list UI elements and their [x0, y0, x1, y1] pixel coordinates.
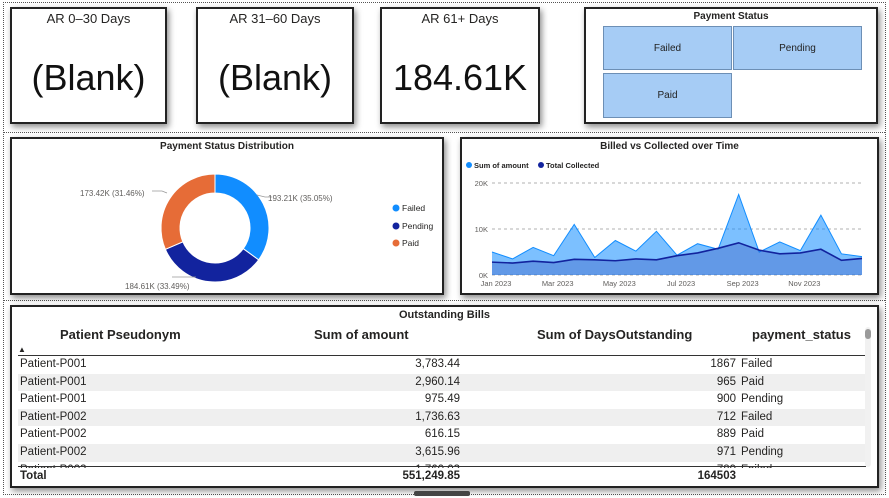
kpi-title: AR 0–30 Days [46, 11, 131, 26]
table-row[interactable]: Patient-P001 2,960.14 965 Paid [18, 373, 866, 392]
kpi-card-ar-31-60[interactable]: AR 31–60 Days (Blank) [196, 7, 354, 124]
cell-amount: 3,615.96 [415, 445, 460, 458]
row-divider [4, 132, 885, 133]
cell-days: 965 [716, 375, 736, 388]
donut-chart: 193.21K (35.05%) 184.61K (33.49%) 173.42… [80, 173, 433, 291]
table-row[interactable]: Patient-P002 616.15 889 Paid [18, 426, 866, 444]
donut-slice-paid[interactable] [160, 173, 216, 250]
x-tick-label: Mar 2023 [542, 279, 574, 288]
kpi-title: AR 61+ Days [421, 11, 499, 26]
kpi-value: 184.61K [392, 57, 528, 98]
cell-amount: 975.49 [424, 393, 460, 406]
table-row[interactable]: Patient-P002 3,615.96 971 Pending [18, 443, 866, 462]
cell-status: Failed [741, 410, 773, 423]
line-chart-card[interactable]: Billed vs Collected over Time Sum of amo… [460, 137, 879, 295]
cell-days: 900 [716, 393, 736, 406]
cell-status: Paid [741, 375, 765, 388]
cell-patient: Patient-P001 [20, 358, 87, 370]
slicer-tile-pending[interactable]: Pending [733, 26, 862, 70]
table-title: Outstanding Bills [398, 309, 491, 321]
cell-days: 971 [716, 445, 736, 458]
cell-amount: 3,783.44 [415, 358, 460, 370]
cell-days: 712 [716, 410, 736, 423]
legend-dot-pending [392, 222, 400, 230]
cell-status: Pending [741, 445, 784, 458]
legend-dot-failed [392, 204, 400, 212]
column-header-patient[interactable]: Patient Pseudonym [60, 327, 181, 342]
cell-patient: Patient-P002 [20, 428, 87, 441]
table-row[interactable]: Patient-P001 3,783.44 1867 Failed [18, 356, 866, 374]
legend-label-paid[interactable]: Paid [402, 238, 419, 248]
total-row: Total 551,249.85 164503 [18, 468, 866, 486]
y-tick-label: 10K [475, 225, 488, 234]
x-tick-label: Sep 2023 [727, 279, 759, 288]
scrollbar-thumb[interactable] [865, 329, 871, 339]
legend-label-pending[interactable]: Pending [402, 221, 433, 231]
data-label-pending: 184.61K (33.49%) [125, 282, 190, 291]
table-scrollbar[interactable] [865, 327, 871, 467]
table-row[interactable]: Patient-P002 1,736.63 712 Failed [18, 408, 866, 427]
column-header-status[interactable]: payment_status [752, 327, 851, 342]
kpi-value: (Blank) [31, 57, 146, 98]
cell-amount: 1,736.63 [415, 410, 460, 423]
line-chart: Sum of amount Total Collected 20K10K0KJa… [466, 161, 863, 288]
cell-days: 1867 [710, 358, 736, 370]
legend-dot-paid [392, 239, 400, 247]
cell-patient: Patient-P002 [20, 410, 87, 423]
resize-handle[interactable] [414, 491, 470, 496]
x-tick-label: Jan 2023 [481, 279, 512, 288]
x-tick-label: May 2023 [603, 279, 636, 288]
column-header-amount[interactable]: Sum of amount [314, 327, 409, 342]
cell-status: Pending [741, 393, 784, 406]
donut-chart-card[interactable]: Payment Status Distribution 193.21K (35.… [10, 137, 444, 295]
donut-slice-failed[interactable] [214, 173, 270, 261]
cell-amount: 2,960.14 [415, 375, 460, 388]
legend-label-failed[interactable]: Failed [402, 203, 425, 213]
x-tick-label: Jul 2023 [667, 279, 695, 288]
kpi-card-ar-0-30[interactable]: AR 0–30 Days (Blank) [10, 7, 167, 124]
slicer-title: Payment Status [693, 11, 769, 22]
cell-status: Failed [741, 358, 773, 370]
cell-patient: Patient-P001 [20, 393, 87, 406]
kpi-value: (Blank) [217, 57, 333, 98]
total-divider [18, 466, 866, 467]
cell-days: 889 [716, 428, 736, 441]
legend-dot-sum-amount [466, 162, 472, 168]
cell-patient: Patient-P002 [20, 445, 87, 458]
total-amount: 551,249.85 [402, 470, 460, 482]
cell-status: Paid [741, 428, 765, 441]
leader-line [152, 190, 168, 194]
x-tick-label: Nov 2023 [788, 279, 820, 288]
data-label-failed: 193.21K (35.05%) [268, 194, 333, 203]
table-body: Patient-P001 3,783.44 1867 Failed Patient-P0… [18, 356, 866, 468]
row-divider [4, 300, 885, 301]
legend-label-total-collected[interactable]: Total Collected [546, 161, 600, 170]
outstanding-bills-table[interactable]: Outstanding Bills Patient Pseudonym Sum … [10, 305, 879, 488]
payment-status-slicer: Payment Status Failed Pending Paid [584, 7, 878, 124]
total-label: Total [20, 470, 47, 482]
total-days: 164503 [697, 470, 736, 482]
slicer-tile-paid[interactable]: Paid [603, 73, 732, 118]
data-label-paid: 173.42K (31.46%) [80, 189, 145, 198]
kpi-card-ar-61-plus[interactable]: AR 61+ Days 184.61K [380, 7, 540, 124]
legend-label-sum-amount[interactable]: Sum of amount [474, 161, 529, 170]
cell-amount: 616.15 [424, 428, 460, 441]
sort-ascending-icon[interactable]: ▲ [18, 345, 26, 354]
slicer-tile-failed[interactable]: Failed [603, 26, 732, 70]
cell-patient: Patient-P001 [20, 375, 87, 388]
y-tick-label: 20K [475, 179, 488, 188]
table-row[interactable]: Patient-P001 975.49 900 Pending [18, 391, 866, 409]
kpi-title: AR 31–60 Days [229, 11, 321, 26]
legend-dot-total-collected [538, 162, 544, 168]
column-header-days[interactable]: Sum of DaysOutstanding [537, 327, 692, 342]
